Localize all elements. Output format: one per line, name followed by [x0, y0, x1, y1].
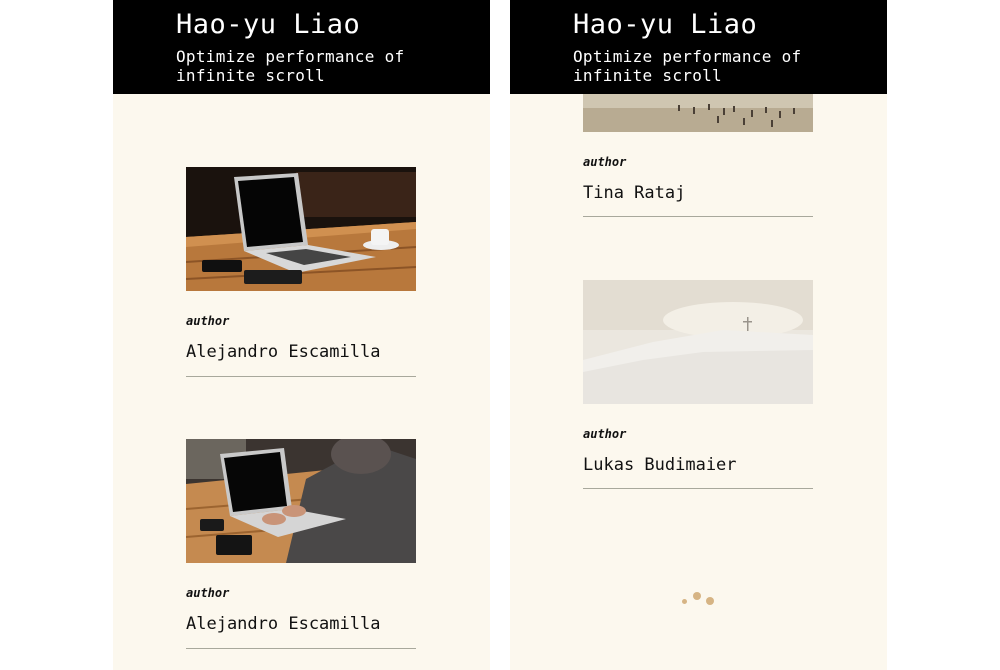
loading-dot: [682, 599, 687, 604]
card-divider: [186, 648, 416, 649]
card-author-name: Alejandro Escamilla: [186, 614, 381, 634]
card-author-label: author: [583, 155, 627, 169]
loading-dot: [706, 597, 714, 605]
page-title: Hao-yu Liao: [176, 9, 361, 40]
person-typing-photo: [186, 439, 416, 563]
loading-dots-icon: [678, 588, 718, 612]
snowy-hill-photo: [583, 280, 813, 404]
card-photo-laptop-on-table[interactable]: [186, 167, 416, 291]
card-photo-snowy-hill[interactable]: [583, 280, 813, 404]
screen-left: Hao-yu Liao Optimize performance of infi…: [113, 0, 490, 670]
loading-dot: [693, 592, 701, 600]
app-header: Hao-yu Liao Optimize performance of infi…: [113, 0, 490, 94]
card-divider: [583, 216, 813, 217]
page-subtitle: Optimize performance of infinite scroll: [176, 47, 405, 85]
card-author-label: author: [583, 427, 627, 441]
card-author-label: author: [186, 586, 230, 600]
card-divider: [186, 376, 416, 377]
card-author-name: Tina Rataj: [583, 183, 686, 203]
card-divider: [583, 488, 813, 489]
card-photo-person-typing[interactable]: [186, 439, 416, 563]
app-header: Hao-yu Liao Optimize performance of infi…: [510, 0, 887, 94]
laptop-on-table-photo: [186, 167, 416, 291]
card-author-name: Lukas Budimaier: [583, 455, 737, 475]
card-author-label: author: [186, 314, 230, 328]
screen-right: Hao-yu Liao Optimize performance of infi…: [510, 0, 887, 670]
card-author-name: Alejandro Escamilla: [186, 342, 381, 362]
page-subtitle: Optimize performance of infinite scroll: [573, 47, 802, 85]
page-title: Hao-yu Liao: [573, 9, 758, 40]
